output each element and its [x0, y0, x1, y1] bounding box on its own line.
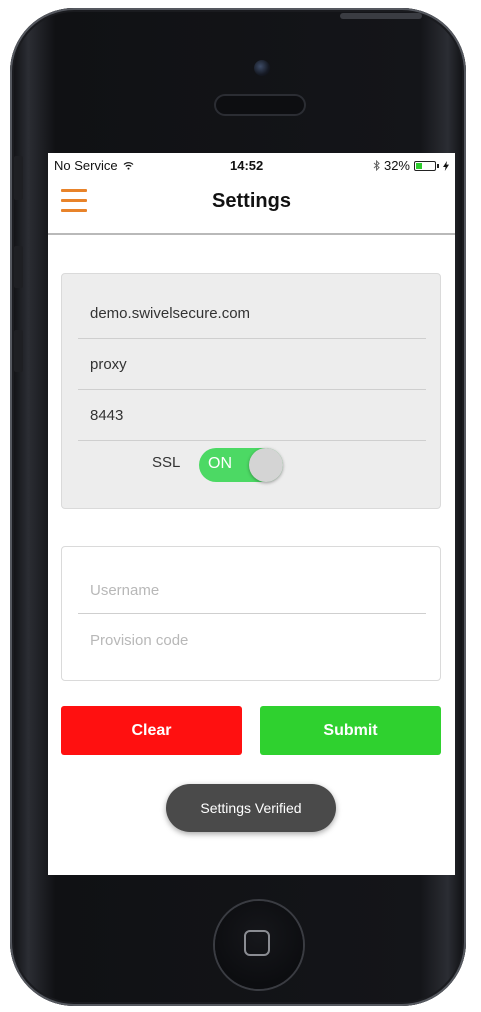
status-bar: No Service 14:52 32% — [48, 153, 455, 177]
power-button — [340, 13, 422, 19]
ssl-toggle[interactable]: ON — [199, 448, 283, 482]
nav-bar: Settings — [48, 177, 455, 235]
volume-up-button — [14, 246, 23, 288]
submit-button[interactable]: Submit — [260, 706, 441, 755]
home-button-square-icon — [244, 930, 270, 956]
battery-percent: 32% — [383, 158, 410, 173]
bluetooth-icon — [373, 160, 380, 171]
ssl-label: SSL — [152, 454, 181, 471]
clear-button[interactable]: Clear — [61, 706, 242, 755]
server-host-field[interactable]: demo.swivelsecure.com — [78, 289, 426, 339]
credentials-card — [61, 546, 441, 681]
mute-switch — [14, 156, 23, 200]
wifi-icon — [123, 162, 134, 170]
volume-down-button — [14, 330, 23, 372]
earpiece-speaker — [216, 96, 304, 114]
ssl-toggle-state: ON — [208, 455, 232, 472]
toast-notification: Settings Verified — [166, 784, 336, 832]
ssl-toggle-knob[interactable] — [249, 448, 283, 482]
status-time: 14:52 — [230, 158, 264, 173]
server-settings-card: demo.swivelsecure.com proxy 8443 SSL ON — [61, 273, 441, 509]
carrier-label: No Service — [54, 158, 134, 173]
username-input[interactable] — [78, 567, 426, 613]
status-right-group: 32% — [373, 158, 449, 173]
front-camera — [254, 60, 270, 76]
provision-code-input[interactable] — [78, 617, 426, 663]
battery-icon — [414, 160, 436, 171]
carrier-text: No Service — [54, 158, 118, 173]
battery-tip — [437, 163, 439, 168]
server-path-field[interactable]: proxy — [78, 340, 426, 390]
app-screen: No Service 14:52 32% Settings demo.swive… — [48, 153, 455, 875]
battery-fill — [416, 162, 422, 169]
page-title: Settings — [212, 190, 291, 212]
charging-bolt-icon — [443, 160, 449, 171]
credentials-divider — [78, 613, 426, 614]
server-port-field[interactable]: 8443 — [78, 391, 426, 441]
